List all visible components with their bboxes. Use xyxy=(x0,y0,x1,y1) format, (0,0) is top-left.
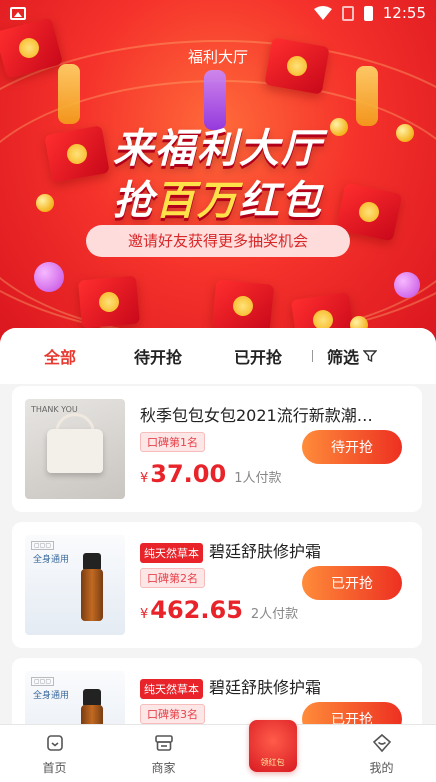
bottle-shape xyxy=(81,569,103,621)
price: 462.65 xyxy=(150,596,243,624)
red-packet-label: 领红包 xyxy=(260,758,285,767)
wifi-icon xyxy=(313,6,332,20)
slogan-line-2: 抢百万红包 xyxy=(0,168,436,226)
product-title: 纯天然草本 碧廷舒肤修护霜 xyxy=(140,538,410,563)
welfare-hall-banner: 12:55 福利大厅 来福利大厅 抢百万红包 邀请好友获得更多抽奖机会 xyxy=(0,0,436,360)
bubble-decoration xyxy=(394,272,420,298)
bubble-decoration xyxy=(34,262,64,292)
nav-home-label: 首页 xyxy=(42,761,67,775)
clock: 12:55 xyxy=(382,4,426,22)
product-card[interactable]: THANK YOU 秋季包包女包2021流行新款潮… 口碑第1名 ¥ 37.00… xyxy=(12,386,422,512)
rank-badge: 口碑第3名 xyxy=(140,704,205,724)
rank-badge: 口碑第2名 xyxy=(140,568,205,588)
product-title: 秋季包包女包2021流行新款潮… xyxy=(140,402,410,426)
filter-icon xyxy=(363,350,378,362)
image-caption: 全身通用 xyxy=(33,691,70,701)
image-caption: 全身通用 xyxy=(33,555,70,565)
slogan-prefix: 抢 xyxy=(113,178,155,224)
product-title: 纯天然草本 碧廷舒肤修护霜 xyxy=(140,674,410,699)
product-title-text: 秋季包包女包2021流行新款潮… xyxy=(140,406,373,425)
store-icon xyxy=(154,735,173,751)
paid-count: 2人付款 xyxy=(250,607,299,622)
nav-home[interactable]: 首页 xyxy=(0,725,109,782)
home-icon xyxy=(46,735,63,751)
image-tag: ▢▢▢ xyxy=(31,541,55,550)
red-envelope-decoration xyxy=(78,275,140,329)
paid-count: 1人付款 xyxy=(234,471,282,486)
currency-symbol: ¥ xyxy=(140,607,149,622)
red-envelope-decoration xyxy=(211,279,275,333)
price-row: ¥ 37.00 1人付款 xyxy=(140,460,281,488)
nav-store[interactable]: 商家 xyxy=(109,725,218,782)
price-row: ¥ 462.65 2人付款 xyxy=(140,596,298,624)
product-image: THANK YOU xyxy=(25,399,125,499)
product-card[interactable]: ▢▢▢ 全身通用 纯天然草本 碧廷舒肤修护霜 口碑第2名 ¥ 462.65 2人付… xyxy=(12,522,422,648)
grab-status-button[interactable]: 已开抢 xyxy=(302,566,402,600)
image-tag: ▢▢▢ xyxy=(31,677,55,686)
lantern-decoration xyxy=(58,64,80,124)
status-bar: 12:55 xyxy=(0,0,436,26)
currency-symbol: ¥ xyxy=(140,471,149,486)
invite-friends-banner[interactable]: 邀请好友获得更多抽奖机会 xyxy=(86,225,350,257)
nav-store-label: 商家 xyxy=(151,761,176,775)
no-sim-icon xyxy=(341,5,354,21)
grab-status-button[interactable]: 待开抢 xyxy=(302,430,402,464)
slogan-suffix: 红包 xyxy=(239,178,323,224)
profile-icon xyxy=(372,733,391,753)
nav-profile[interactable]: 我的 xyxy=(327,725,436,782)
tab-all[interactable]: 全部 xyxy=(44,344,76,368)
tab-pending[interactable]: 待开抢 xyxy=(134,344,182,368)
app-screen: 12:55 福利大厅 来福利大厅 抢百万红包 邀请好友获得更多抽奖机会 全部 待… xyxy=(0,0,436,782)
rank-badge: 口碑第1名 xyxy=(140,432,205,452)
product-image: ▢▢▢ 全身通用 xyxy=(25,535,125,635)
tab-divider xyxy=(312,350,314,362)
herbal-badge: 纯天然草本 xyxy=(140,542,203,563)
nav-profile-label: 我的 xyxy=(369,761,394,775)
tab-started[interactable]: 已开抢 xyxy=(234,344,282,368)
red-packet-icon: 领红包 xyxy=(248,720,297,772)
filter-tabs: 全部 待开抢 已开抢 筛选 xyxy=(0,328,436,384)
nav-red-packet[interactable]: 领红包 xyxy=(218,720,327,782)
product-title-text: 碧廷舒肤修护霜 xyxy=(209,678,322,697)
battery-icon xyxy=(363,5,373,21)
slogan-highlight: 百万 xyxy=(155,178,239,224)
slogan-line-1: 来福利大厅 xyxy=(113,126,323,172)
herbal-badge: 纯天然草本 xyxy=(140,678,203,699)
filter-label: 筛选 xyxy=(327,348,360,367)
image-notification-icon xyxy=(10,6,26,20)
bottom-navigation: 首页 商家 领红包 我的 xyxy=(0,720,436,782)
filter-button[interactable]: 筛选 xyxy=(327,344,378,368)
page-title: 福利大厅 xyxy=(187,48,248,66)
price: 37.00 xyxy=(150,460,227,488)
bag-shape xyxy=(47,429,103,473)
product-panel: 全部 待开抢 已开抢 筛选 THANK YOU 秋季包包女包2021流行新款潮…… xyxy=(0,328,436,782)
product-title-text: 碧廷舒肤修护霜 xyxy=(209,542,322,561)
